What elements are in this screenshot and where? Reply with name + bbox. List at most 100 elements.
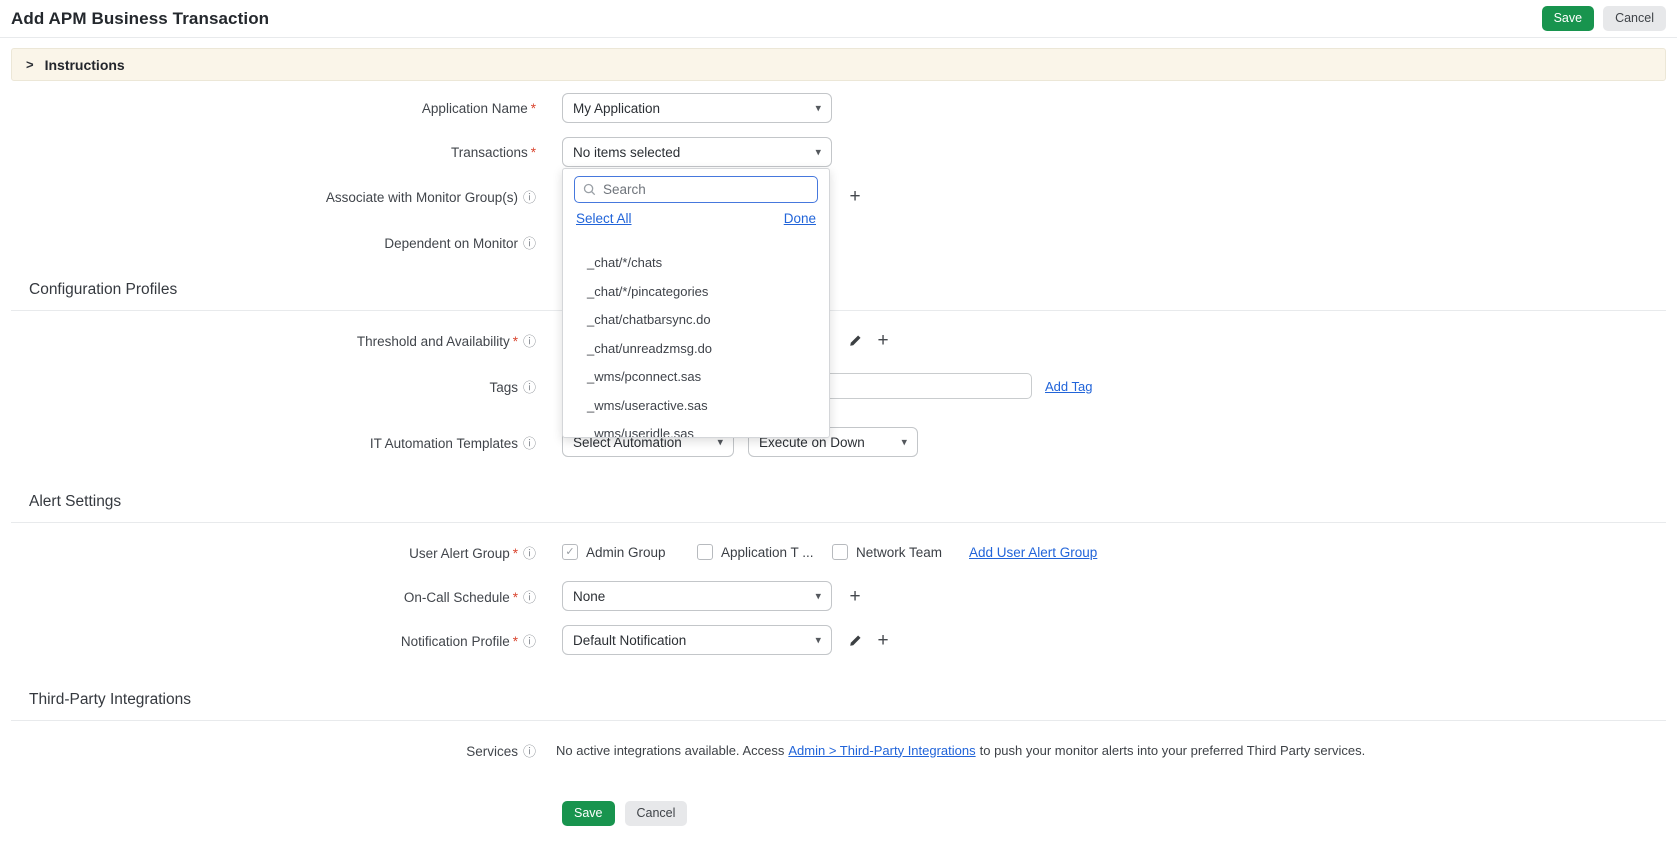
topbar-actions: Save Cancel bbox=[1542, 6, 1666, 31]
plus-icon: + bbox=[849, 587, 860, 606]
info-icon[interactable]: ⓘ bbox=[523, 436, 536, 451]
transaction-option[interactable]: _wms/useractive.sas bbox=[563, 392, 829, 421]
monitor-groups-label: Associate with Monitor Group(s)ⓘ bbox=[0, 187, 536, 206]
chevron-down-icon: ▾ bbox=[815, 102, 821, 115]
checkbox: ✓ bbox=[562, 544, 578, 560]
on-call-schedule-value: None bbox=[573, 589, 605, 604]
application-name-value: My Application bbox=[573, 101, 660, 116]
section-title: Third-Party Integrations bbox=[29, 691, 1666, 709]
transactions-search-box bbox=[574, 176, 818, 203]
transaction-option[interactable]: _wms/pconnect.sas bbox=[563, 363, 829, 392]
transactions-select[interactable]: No items selected ▾ bbox=[562, 137, 832, 167]
info-icon[interactable]: ⓘ bbox=[523, 236, 536, 251]
required-marker: * bbox=[513, 590, 518, 605]
chevron-down-icon: ▾ bbox=[815, 146, 821, 159]
select-all-link[interactable]: Select All bbox=[576, 211, 632, 226]
required-marker: * bbox=[513, 634, 518, 649]
required-marker: * bbox=[513, 546, 518, 561]
services-label: Servicesⓘ bbox=[0, 741, 536, 760]
info-icon[interactable]: ⓘ bbox=[523, 744, 536, 759]
add-tag-link[interactable]: Add Tag bbox=[1045, 379, 1092, 394]
application-name-row: Application Name* My Application ▾ bbox=[0, 93, 1677, 123]
services-row: Servicesⓘ No active integrations availab… bbox=[0, 735, 1677, 765]
top-bar: Add APM Business Transaction Save Cancel bbox=[0, 0, 1677, 38]
pencil-icon bbox=[849, 634, 862, 647]
check-icon: ✓ bbox=[565, 547, 574, 558]
it-automation-row: IT Automation Templatesⓘ Select Automati… bbox=[0, 427, 1677, 457]
user-alert-group-row: User Alert Group*ⓘ ✓ Admin Group ✓ Appli… bbox=[0, 537, 1677, 567]
instructions-collapsible[interactable]: > Instructions bbox=[11, 48, 1666, 81]
notification-profile-label: Notification Profile*ⓘ bbox=[0, 631, 536, 650]
application-name-select[interactable]: My Application ▾ bbox=[562, 93, 832, 123]
main-form: Application Name* My Application ▾ Trans… bbox=[0, 93, 1677, 826]
transactions-label: Transactions* bbox=[0, 145, 536, 160]
add-user-alert-group-link[interactable]: Add User Alert Group bbox=[969, 545, 1097, 560]
transactions-search-input[interactable] bbox=[601, 181, 809, 198]
checkbox: ✓ bbox=[697, 544, 713, 560]
add-monitor-group-button[interactable]: + bbox=[846, 187, 864, 205]
info-icon[interactable]: ⓘ bbox=[523, 334, 536, 349]
services-message: No active integrations available. Access… bbox=[556, 743, 1365, 758]
checkbox: ✓ bbox=[832, 544, 848, 560]
transactions-option-list: _chat/*/chats _chat/*/pincategories _cha… bbox=[563, 249, 829, 438]
tags-row: Tagsⓘ Add Tag bbox=[0, 371, 1677, 401]
monitor-groups-row: Associate with Monitor Group(s)ⓘ + bbox=[0, 181, 1677, 211]
required-marker: * bbox=[531, 145, 536, 160]
dependent-monitor-row: Dependent on Monitorⓘ bbox=[0, 227, 1677, 257]
on-call-schedule-label: On-Call Schedule*ⓘ bbox=[0, 587, 536, 606]
notification-profile-row: Notification Profile*ⓘ Default Notificat… bbox=[0, 625, 1677, 655]
transaction-option[interactable]: _chat/unreadzmsg.do bbox=[563, 335, 829, 364]
transaction-option[interactable]: _chat/chatbarsync.do bbox=[563, 306, 829, 335]
section-title: Alert Settings bbox=[29, 493, 1666, 511]
cancel-button[interactable]: Cancel bbox=[1603, 6, 1666, 31]
info-icon[interactable]: ⓘ bbox=[523, 590, 536, 605]
save-button-footer[interactable]: Save bbox=[562, 801, 615, 826]
footer-actions: Save Cancel bbox=[562, 801, 1677, 826]
required-marker: * bbox=[531, 101, 536, 116]
edit-threshold-profile-button[interactable] bbox=[846, 331, 864, 349]
checkbox-network-team[interactable]: ✓ Network Team bbox=[832, 544, 967, 560]
notification-profile-value: Default Notification bbox=[573, 633, 686, 648]
tags-label: Tagsⓘ bbox=[0, 377, 536, 396]
page-title: Add APM Business Transaction bbox=[11, 9, 269, 29]
save-button[interactable]: Save bbox=[1542, 6, 1595, 31]
transaction-option[interactable]: _wms/useridle.sas bbox=[563, 420, 829, 438]
transaction-option[interactable]: _chat/*/chats bbox=[563, 249, 829, 278]
chevron-right-icon: > bbox=[26, 57, 34, 72]
plus-icon: + bbox=[877, 331, 888, 350]
add-notification-profile-button[interactable]: + bbox=[874, 631, 892, 649]
info-icon[interactable]: ⓘ bbox=[523, 380, 536, 395]
alert-settings-section-header: Alert Settings bbox=[11, 493, 1666, 523]
threshold-label: Threshold and Availability*ⓘ bbox=[0, 331, 536, 350]
cancel-button-footer[interactable]: Cancel bbox=[625, 801, 688, 826]
plus-icon: + bbox=[849, 187, 860, 206]
on-call-schedule-row: On-Call Schedule*ⓘ None ▾ + bbox=[0, 581, 1677, 611]
done-link[interactable]: Done bbox=[784, 211, 816, 226]
add-threshold-profile-button[interactable]: + bbox=[874, 331, 892, 349]
checkbox-admin-group[interactable]: ✓ Admin Group bbox=[562, 544, 697, 560]
notification-profile-select[interactable]: Default Notification ▾ bbox=[562, 625, 832, 655]
checkbox-application-team[interactable]: ✓ Application T ... bbox=[697, 544, 832, 560]
pencil-icon bbox=[849, 334, 862, 347]
info-icon[interactable]: ⓘ bbox=[523, 546, 536, 561]
transactions-value: No items selected bbox=[573, 145, 680, 160]
dependent-monitor-label: Dependent on Monitorⓘ bbox=[0, 233, 536, 252]
edit-notification-profile-button[interactable] bbox=[846, 631, 864, 649]
info-icon[interactable]: ⓘ bbox=[523, 190, 536, 205]
chevron-down-icon: ▾ bbox=[815, 634, 821, 647]
user-alert-group-label: User Alert Group*ⓘ bbox=[0, 543, 536, 562]
section-title: Configuration Profiles bbox=[29, 281, 1666, 299]
dropdown-actions: Select All Done bbox=[576, 211, 816, 226]
plus-icon: + bbox=[877, 631, 888, 650]
transaction-option[interactable]: _chat/*/pincategories bbox=[563, 278, 829, 307]
on-call-schedule-select[interactable]: None ▾ bbox=[562, 581, 832, 611]
admin-third-party-link[interactable]: Admin > Third-Party Integrations bbox=[788, 743, 975, 758]
add-on-call-schedule-button[interactable]: + bbox=[846, 587, 864, 605]
configuration-profiles-section-header: Configuration Profiles bbox=[11, 281, 1666, 311]
chevron-down-icon: ▾ bbox=[815, 590, 821, 603]
third-party-section-header: Third-Party Integrations bbox=[11, 691, 1666, 721]
chevron-down-icon: ▾ bbox=[901, 436, 907, 449]
search-icon bbox=[583, 183, 596, 196]
info-icon[interactable]: ⓘ bbox=[523, 634, 536, 649]
application-name-label: Application Name* bbox=[0, 101, 536, 116]
